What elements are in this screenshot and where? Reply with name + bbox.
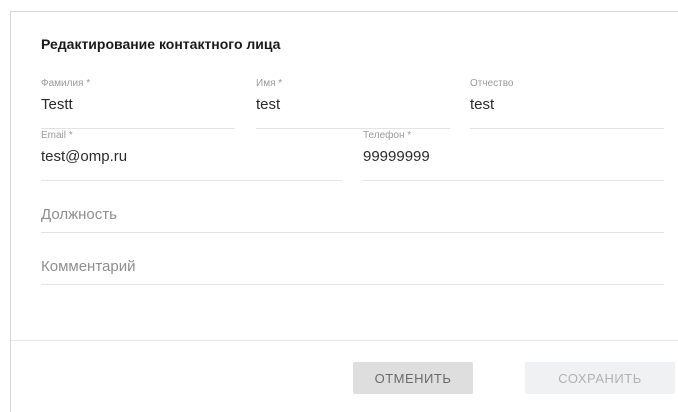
phone-field[interactable]: Телефон * 99999999 — [363, 130, 664, 182]
comment-placeholder[interactable]: Комментарий — [41, 258, 135, 275]
first-name-underline — [256, 128, 450, 129]
email-underline — [41, 180, 342, 181]
dialog-title: Редактирование контактного лица — [41, 36, 281, 52]
last-name-value[interactable]: Testt — [41, 96, 73, 113]
last-name-underline — [41, 128, 235, 129]
middle-name-field[interactable]: Отчество test — [470, 78, 664, 130]
middle-name-value[interactable]: test — [470, 96, 494, 113]
last-name-field[interactable]: Фамилия * Testt — [41, 78, 235, 130]
middle-name-underline — [470, 128, 664, 129]
email-value[interactable]: test@omp.ru — [41, 148, 127, 165]
first-name-value[interactable]: test — [256, 96, 280, 113]
edit-contact-dialog: Редактирование контактного лица Фамилия … — [10, 11, 678, 412]
save-button[interactable]: СОХРАНИТЬ — [525, 362, 675, 394]
comment-underline — [41, 284, 664, 285]
first-name-field[interactable]: Имя * test — [256, 78, 450, 130]
email-field[interactable]: Email * test@omp.ru — [41, 130, 342, 182]
cancel-button[interactable]: ОТМЕНИТЬ — [353, 362, 473, 394]
middle-name-label: Отчество — [470, 78, 514, 89]
position-placeholder[interactable]: Должность — [41, 206, 117, 223]
phone-value[interactable]: 99999999 — [363, 148, 430, 165]
position-underline — [41, 232, 664, 233]
email-label: Email * — [41, 130, 73, 141]
phone-label: Телефон * — [363, 130, 412, 141]
last-name-label: Фамилия * — [41, 78, 91, 89]
first-name-label: Имя * — [256, 78, 283, 89]
comment-field[interactable]: Комментарий — [41, 258, 664, 286]
position-field[interactable]: Должность — [41, 206, 664, 234]
footer-divider — [11, 340, 678, 341]
phone-underline — [363, 180, 664, 181]
